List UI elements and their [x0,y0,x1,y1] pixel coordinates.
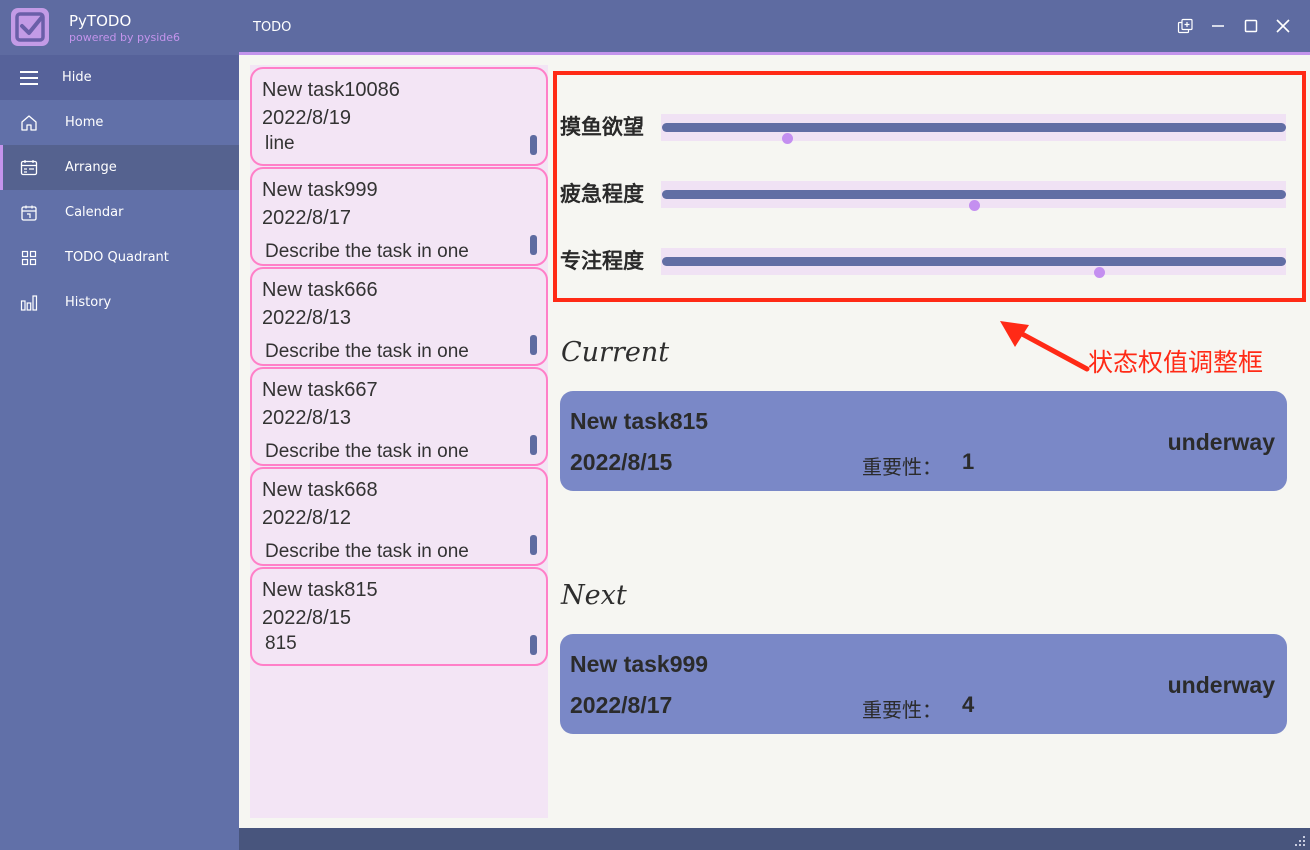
task-name: New task10086 [262,79,400,101]
slider-label: 专注程度 [560,249,644,273]
task-scrollbar[interactable] [530,235,537,255]
task-name: New task815 [262,579,378,601]
menu-icon [19,68,39,88]
current-task-date: 2022/8/15 [570,449,673,475]
importance-label: 重要性： [862,698,942,722]
task-description: line [265,133,295,154]
task-name: New task999 [262,179,378,201]
maximize-icon[interactable] [1241,16,1261,36]
app-subtitle: powered by pyside6 [69,31,181,44]
sidebar-item-label: Calendar [65,205,124,220]
sidebar-item-label: History [65,295,112,310]
current-task-card[interactable]: New task815 2022/8/15 重要性： 1 underway [560,391,1287,491]
slider[interactable] [662,123,1286,144]
sidebar-item-arrange[interactable]: Arrange [0,145,239,190]
task-date: 2022/8/13 [262,307,351,329]
importance-value: 1 [962,449,975,474]
task-card[interactable]: New task667 2022/8/13 Describe the task … [250,367,548,466]
slider-label: 疲急程度 [560,182,644,206]
calendar-icon [19,203,39,223]
task-card[interactable]: New task999 2022/8/17 Describe the task … [250,167,548,266]
grid-icon [19,248,39,268]
task-card[interactable]: New task668 2022/8/12 Describe the task … [250,467,548,566]
next-heading: Next [561,580,627,611]
task-scrollbar[interactable] [530,535,537,555]
close-icon[interactable] [1273,16,1293,36]
sidebar-item-calendar[interactable]: Calendar [0,190,239,235]
slider-handle[interactable] [781,133,793,144]
task-date: 2022/8/12 [262,507,351,529]
status-label: underway [1167,429,1275,455]
sidebar-item-label: Hide [62,70,92,85]
app-logo-icon [11,8,49,46]
slider-row: 摸鱼欲望 [560,112,1290,144]
bar-chart-icon [19,293,39,313]
app-header: PyTODO powered by pyside6 [0,0,239,54]
task-card[interactable]: New task10086 2022/8/19 line [250,67,548,166]
task-date: 2022/8/13 [262,407,351,429]
annotation-arrow-icon [1000,321,1090,372]
task-description: Describe the task in one [265,541,469,562]
sidebar-item-todo-quadrant[interactable]: TODO Quadrant [0,235,239,280]
importance-value: 4 [962,692,975,717]
task-name: New task667 [262,379,378,401]
sidebar-item-label: Arrange [65,160,117,175]
current-heading: Current [561,337,670,368]
sidebar-item-history[interactable]: History [0,280,239,325]
sidebar-item-home[interactable]: Home [0,100,239,145]
slider-row: 疲急程度 [560,179,1290,211]
task-name: New task668 [262,479,378,501]
task-list[interactable]: New task10086 2022/8/19 line New task999… [250,65,548,818]
task-description: 815 [265,633,297,654]
arrange-icon [19,158,39,178]
home-icon [19,113,39,133]
sidebar-item-label: Home [65,115,104,130]
main-content: New task10086 2022/8/19 line New task999… [239,55,1310,828]
status-weight-panel: 摸鱼欲望 疲急程度 专注程度 [553,71,1306,302]
sidebar: Hide Home Arrange Calendar TODO Quadrant… [0,55,239,850]
task-description: Describe the task in one [265,441,469,462]
task-description: Describe the task in one [265,241,469,262]
new-window-icon[interactable] [1175,16,1195,36]
task-date: 2022/8/15 [262,607,351,629]
status-bar [239,828,1310,850]
window-title: TODO [253,20,292,35]
task-scrollbar[interactable] [530,135,537,155]
app-title: PyTODO [69,12,132,30]
next-task-date: 2022/8/17 [570,692,673,718]
sidebar-item-hide[interactable]: Hide [0,55,239,100]
sidebar-item-label: TODO Quadrant [65,250,169,265]
next-task-card[interactable]: New task999 2022/8/17 重要性： 4 underway [560,634,1287,734]
slider-label: 摸鱼欲望 [560,115,644,139]
importance-label: 重要性： [862,455,942,479]
next-task-name: New task999 [570,651,709,677]
task-name: New task666 [262,279,378,301]
status-label: underway [1167,672,1275,698]
annotation-label: 状态权值调整框 [1088,348,1264,377]
task-scrollbar[interactable] [530,635,537,655]
task-scrollbar[interactable] [530,335,537,355]
task-card[interactable]: New task666 2022/8/13 Describe the task … [250,267,548,366]
task-description: Describe the task in one [265,341,469,362]
current-task-name: New task815 [570,408,709,434]
title-bar: TODO [239,0,1310,52]
slider[interactable] [662,190,1286,211]
task-card[interactable]: New task815 2022/8/15 815 [250,567,548,666]
task-scrollbar[interactable] [530,435,537,455]
slider[interactable] [662,257,1286,278]
slider-handle[interactable] [969,200,980,211]
resize-grip-icon[interactable] [1294,835,1306,847]
minimize-icon[interactable] [1208,16,1228,36]
slider-handle[interactable] [1093,267,1105,278]
slider-row: 专注程度 [560,246,1290,278]
task-date: 2022/8/19 [262,107,351,129]
task-date: 2022/8/17 [262,207,351,229]
